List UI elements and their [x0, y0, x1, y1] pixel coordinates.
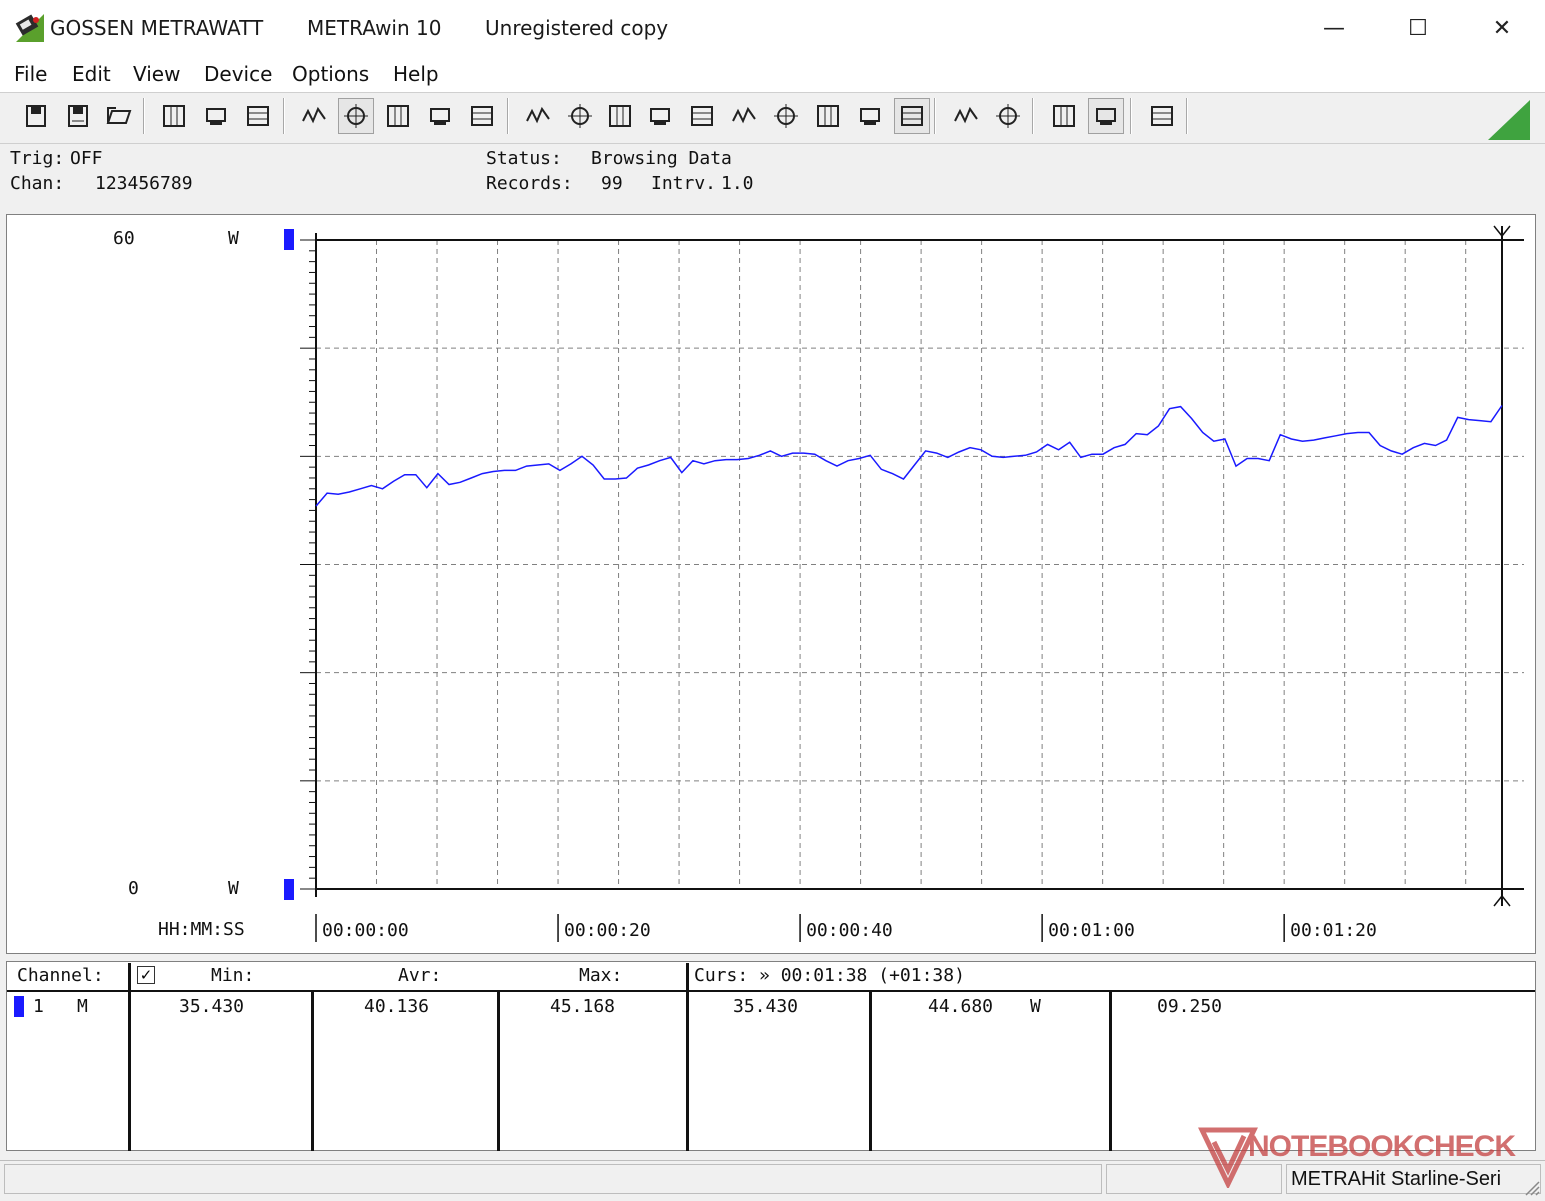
cursor-value: 35.430 [733, 996, 799, 1017]
max-header: Max: [579, 965, 623, 986]
series-line-1 [315, 405, 1503, 507]
table-col-divider [311, 992, 314, 1151]
table-header-divider [7, 990, 1535, 992]
table-col-divider [1109, 992, 1112, 1151]
table-col-divider [869, 992, 872, 1151]
avr-value: 40.136 [364, 996, 430, 1017]
channel-header: Channel: [17, 965, 104, 986]
x-tick-label: 00:00:40 [806, 920, 893, 941]
cursor-value-2: 44.680 [928, 996, 994, 1017]
table-col-divider [686, 963, 689, 1151]
max-value: 45.168 [550, 996, 616, 1017]
plot-area[interactable]: 00:00:00 00:00:20 00:00:40 00:01:00 00:01:20 [0, 0, 1545, 960]
channel-number: 1 [33, 996, 44, 1017]
x-tick-label: 00:00:20 [564, 920, 651, 941]
cursor-header: Curs: » 00:01:38 (+01:38) [694, 965, 965, 986]
x-tick-label: 00:01:00 [1048, 920, 1135, 941]
channel-color-marker[interactable] [14, 996, 24, 1017]
cursor-extra: 09.250 [1157, 996, 1223, 1017]
table-col-divider [128, 963, 131, 1151]
watermark-logo: NOTEBOOKCHECK [1198, 1122, 1536, 1192]
min-value: 35.430 [179, 996, 245, 1017]
cursor-unit: W [1030, 996, 1041, 1017]
channel-checkbox[interactable]: ✓ [137, 966, 155, 984]
check-icon: ✓ [139, 966, 153, 984]
status-pane-main [4, 1164, 1102, 1194]
min-header: Min: [211, 965, 255, 986]
avr-header: Avr: [398, 965, 442, 986]
channel-mode: M [77, 996, 88, 1017]
table-col-divider [497, 992, 500, 1151]
x-tick-label: 00:01:20 [1290, 920, 1377, 941]
x-tick-label: 00:00:00 [322, 920, 409, 941]
watermark-text: NOTEBOOKCHECK [1248, 1130, 1516, 1163]
